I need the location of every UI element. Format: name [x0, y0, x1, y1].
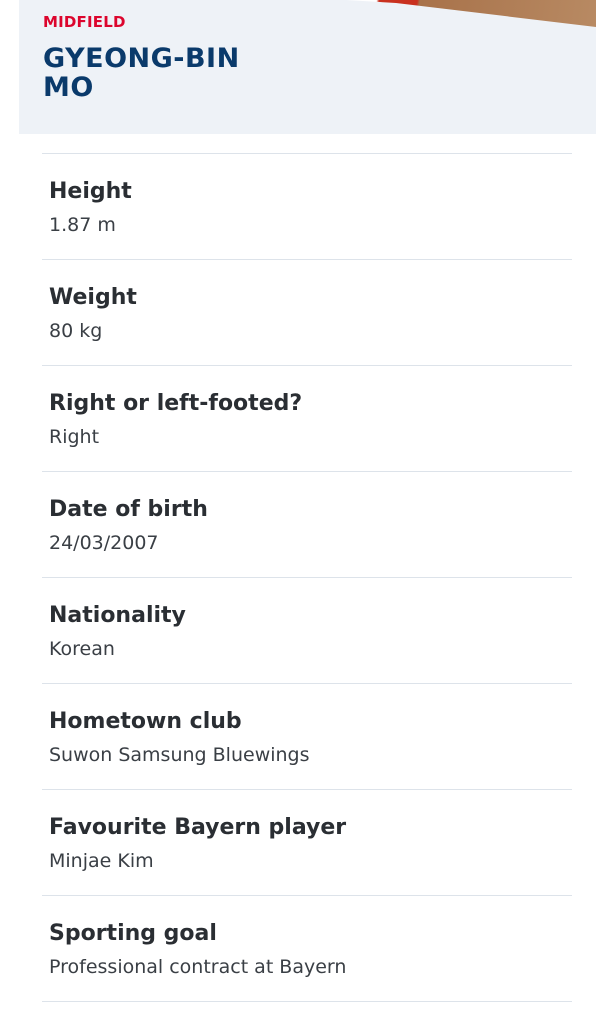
detail-value: Suwon Samsung Bluewings [49, 744, 310, 766]
detail-value: Minjae Kim [49, 850, 154, 872]
detail-row-sporting-goal: Sporting goal Professional contract at B… [42, 896, 572, 1002]
detail-label: Hometown club [49, 709, 242, 734]
detail-row-favourite-player: Favourite Bayern player Minjae Kim [42, 790, 572, 896]
detail-value: Professional contract at Bayern [49, 956, 347, 978]
detail-row-nationality: Nationality Korean [42, 578, 572, 684]
player-details-list: Height 1.87 m Weight 80 kg Right or left… [42, 153, 572, 1002]
player-header-card: MIDFIELD GYEONG-BIN MO [19, 0, 596, 134]
detail-value: 1.87 m [49, 214, 116, 236]
detail-row-date-of-birth: Date of birth 24/03/2007 [42, 472, 572, 578]
detail-label: Height [49, 179, 132, 204]
detail-value: 80 kg [49, 320, 103, 342]
player-photo [346, 0, 596, 27]
detail-label: Nationality [49, 603, 186, 628]
detail-row-hometown-club: Hometown club Suwon Samsung Bluewings [42, 684, 572, 790]
detail-value: 24/03/2007 [49, 532, 159, 554]
detail-row-height: Height 1.87 m [42, 154, 572, 260]
detail-row-footedness: Right or left-footed? Right [42, 366, 572, 472]
detail-label: Favourite Bayern player [49, 815, 347, 840]
detail-value: Right [49, 426, 100, 448]
detail-value: Korean [49, 638, 115, 660]
detail-row-weight: Weight 80 kg [42, 260, 572, 366]
player-name: GYEONG-BIN MO [43, 43, 240, 103]
detail-label: Weight [49, 285, 137, 310]
detail-label: Sporting goal [49, 921, 217, 946]
player-position: MIDFIELD [43, 13, 126, 31]
detail-label: Date of birth [49, 497, 208, 522]
detail-label: Right or left-footed? [49, 391, 303, 416]
